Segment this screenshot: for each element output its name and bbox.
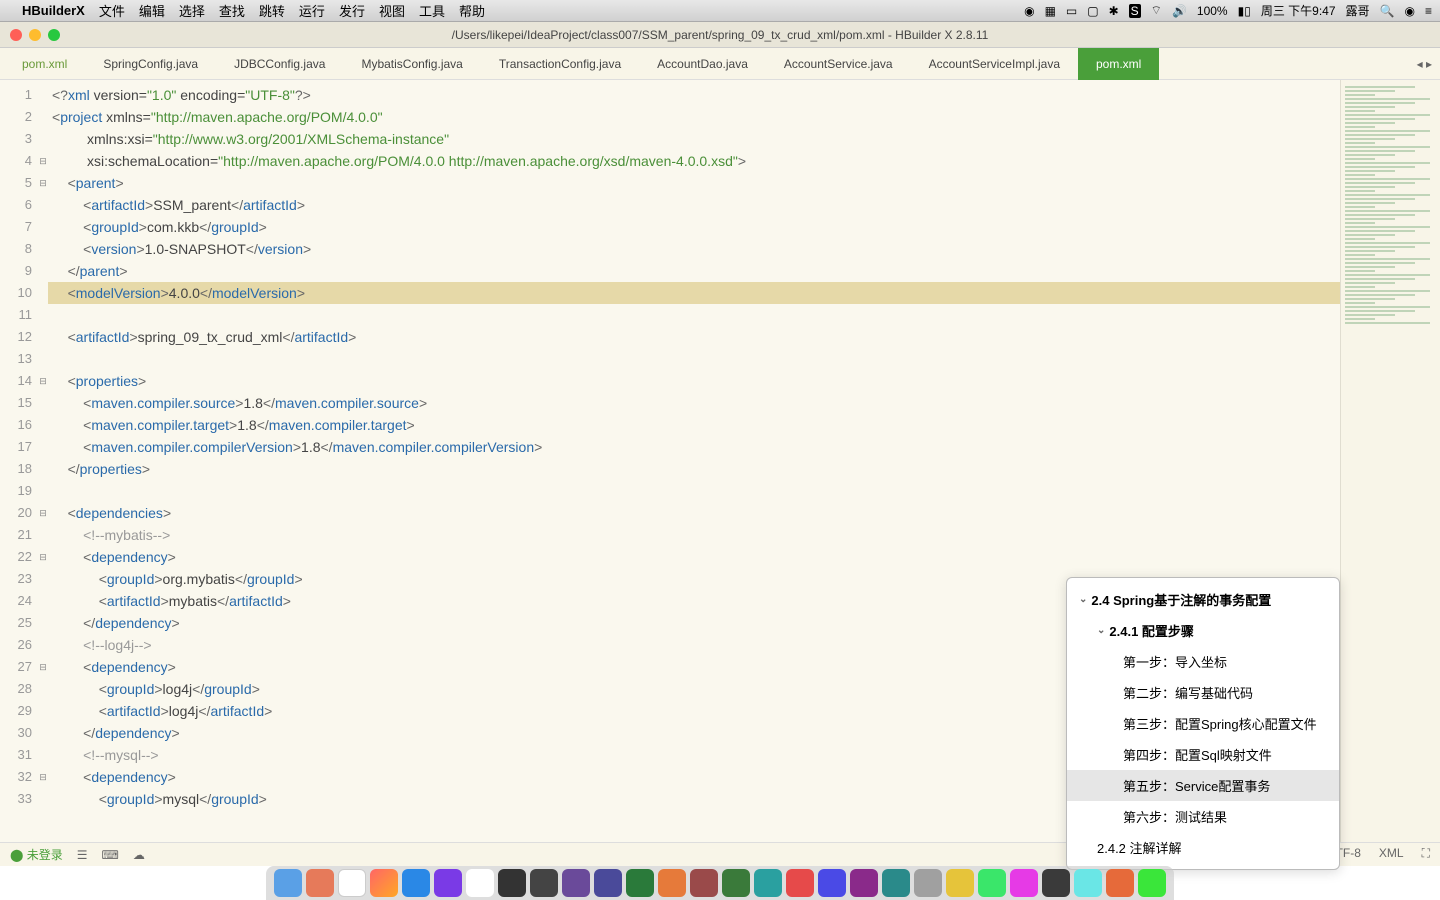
cast-icon[interactable]: ▢	[1087, 4, 1098, 18]
tab-accountservice[interactable]: AccountService.java	[766, 48, 911, 80]
dock-obs-icon[interactable]	[530, 869, 558, 897]
menu-find[interactable]: 查找	[219, 1, 245, 20]
s-icon[interactable]: S	[1129, 4, 1141, 18]
dock-app-icon[interactable]	[562, 869, 590, 897]
close-button[interactable]	[10, 29, 22, 41]
menu-icon[interactable]: ≡	[1425, 4, 1432, 18]
dock-app-icon[interactable]	[1010, 869, 1038, 897]
expand-icon[interactable]: ⛶	[1422, 846, 1430, 863]
search-icon[interactable]: 🔍	[1380, 4, 1395, 18]
menu-view[interactable]: 视图	[379, 1, 405, 20]
dock-appstore-icon[interactable]	[402, 869, 430, 897]
macos-dock[interactable]	[266, 866, 1174, 900]
titlebar: /Users/likepei/IdeaProject/class007/SSM_…	[0, 22, 1440, 48]
chevron-down-icon: ⌄	[1097, 625, 1105, 636]
battery-icon: ▮▯	[1238, 4, 1251, 18]
window-title: /Users/likepei/IdeaProject/class007/SSM_…	[452, 28, 989, 42]
cloud-icon[interactable]: ☁	[133, 848, 145, 862]
dock-terminal-icon[interactable]	[498, 869, 526, 897]
tab-nav[interactable]: ◂ ▸	[1409, 57, 1440, 71]
dock-app-icon[interactable]	[690, 869, 718, 897]
maximize-button[interactable]	[48, 29, 60, 41]
minimize-button[interactable]	[29, 29, 41, 41]
macos-menubar: HBuilderX 文件 编辑 选择 查找 跳转 运行 发行 视图 工具 帮助 …	[0, 0, 1440, 22]
menu-file[interactable]: 文件	[99, 1, 125, 20]
display-icon[interactable]: ▭	[1066, 4, 1077, 18]
list-icon[interactable]: ☰	[77, 848, 88, 862]
outline-step-4[interactable]: 第四步：配置Sql映射文件	[1067, 739, 1339, 770]
dock-app-icon[interactable]	[818, 869, 846, 897]
battery-pct: 100%	[1197, 4, 1228, 18]
user-name[interactable]: 露哥	[1346, 2, 1370, 19]
bluetooth-icon[interactable]: ✱	[1109, 4, 1119, 18]
dock-app-icon[interactable]	[626, 869, 654, 897]
tab-accountdao[interactable]: AccountDao.java	[639, 48, 766, 80]
menu-select[interactable]: 选择	[179, 1, 205, 20]
dock-app-icon[interactable]	[946, 869, 974, 897]
minimap[interactable]	[1340, 80, 1440, 842]
dock-app-icon[interactable]	[914, 869, 942, 897]
menu-publish[interactable]: 发行	[339, 1, 365, 20]
line-gutter: 1234567891011121314151617181920212223242…	[0, 80, 38, 842]
menu-run[interactable]: 运行	[299, 1, 325, 20]
dock-app-icon[interactable]	[434, 869, 462, 897]
fold-gutter[interactable]: ⊟⊟⊟⊟⊟⊟⊟	[38, 80, 48, 842]
dock-chrome-icon[interactable]	[466, 869, 494, 897]
menu-tools[interactable]: 工具	[419, 1, 445, 20]
dock-app-icon[interactable]	[306, 869, 334, 897]
outline-h3[interactable]: 2.4.2 注解详解	[1067, 832, 1339, 863]
menu-help[interactable]: 帮助	[459, 1, 485, 20]
dock-app-icon[interactable]	[370, 869, 398, 897]
tab-pomxml-1[interactable]: pom.xml	[4, 48, 85, 80]
chevron-down-icon: ⌄	[1079, 594, 1087, 605]
dock-app-icon[interactable]	[658, 869, 686, 897]
dock-finder-icon[interactable]	[274, 869, 302, 897]
outline-step-1[interactable]: 第一步：导入坐标	[1067, 646, 1339, 677]
dock-app-icon[interactable]	[594, 869, 622, 897]
terminal-icon[interactable]: ⌨	[102, 848, 119, 862]
menu-edit[interactable]: 编辑	[139, 1, 165, 20]
app-name[interactable]: HBuilderX	[22, 3, 85, 18]
tab-accountserviceimpl[interactable]: AccountServiceImpl.java	[911, 48, 1078, 80]
volume-icon[interactable]: 🔊	[1172, 4, 1187, 18]
tab-jdbcconfig[interactable]: JDBCConfig.java	[216, 48, 343, 80]
tab-mybatisconfig[interactable]: MybatisConfig.java	[343, 48, 480, 80]
wechat-icon[interactable]: ◉	[1024, 4, 1034, 18]
dock-app-icon[interactable]	[850, 869, 878, 897]
clock[interactable]: 周三 下午9:47	[1261, 2, 1336, 19]
outline-h1[interactable]: ⌄2.4 Spring基于注解的事务配置	[1067, 584, 1339, 615]
outline-step-3[interactable]: 第三步：配置Spring核心配置文件	[1067, 708, 1339, 739]
menu-goto[interactable]: 跳转	[259, 1, 285, 20]
outline-step-6[interactable]: 第六步：测试结果	[1067, 801, 1339, 832]
dock-app-icon[interactable]	[786, 869, 814, 897]
login-status[interactable]: ⬤ 未登录	[10, 846, 63, 863]
dock-app-icon[interactable]	[1138, 869, 1166, 897]
dock-app-icon[interactable]	[1106, 869, 1134, 897]
tab-springconfig[interactable]: SpringConfig.java	[85, 48, 216, 80]
outline-step-2[interactable]: 第二步：编写基础代码	[1067, 677, 1339, 708]
dock-app-icon[interactable]	[722, 869, 750, 897]
language-mode[interactable]: XML	[1379, 846, 1404, 863]
wifi-icon[interactable]: ⌔	[1151, 3, 1162, 18]
dock-app-icon[interactable]	[1074, 869, 1102, 897]
outline-h2[interactable]: ⌄2.4.1 配置步骤	[1067, 615, 1339, 646]
dock-calendar-icon[interactable]	[338, 869, 366, 897]
grid-icon[interactable]: ▦	[1045, 4, 1056, 18]
tab-transactionconfig[interactable]: TransactionConfig.java	[481, 48, 639, 80]
tab-bar: pom.xml SpringConfig.java JDBCConfig.jav…	[0, 48, 1440, 80]
dock-app-icon[interactable]	[1042, 869, 1070, 897]
outline-step-5[interactable]: 第五步：Service配置事务	[1067, 770, 1339, 801]
dock-app-icon[interactable]	[882, 869, 910, 897]
dock-app-icon[interactable]	[754, 869, 782, 897]
dock-app-icon[interactable]	[978, 869, 1006, 897]
outline-popup[interactable]: ⌄2.4 Spring基于注解的事务配置 ⌄2.4.1 配置步骤 第一步：导入坐…	[1066, 577, 1340, 870]
tab-pomxml-2[interactable]: pom.xml	[1078, 48, 1159, 80]
siri-icon[interactable]: ◉	[1405, 4, 1415, 18]
